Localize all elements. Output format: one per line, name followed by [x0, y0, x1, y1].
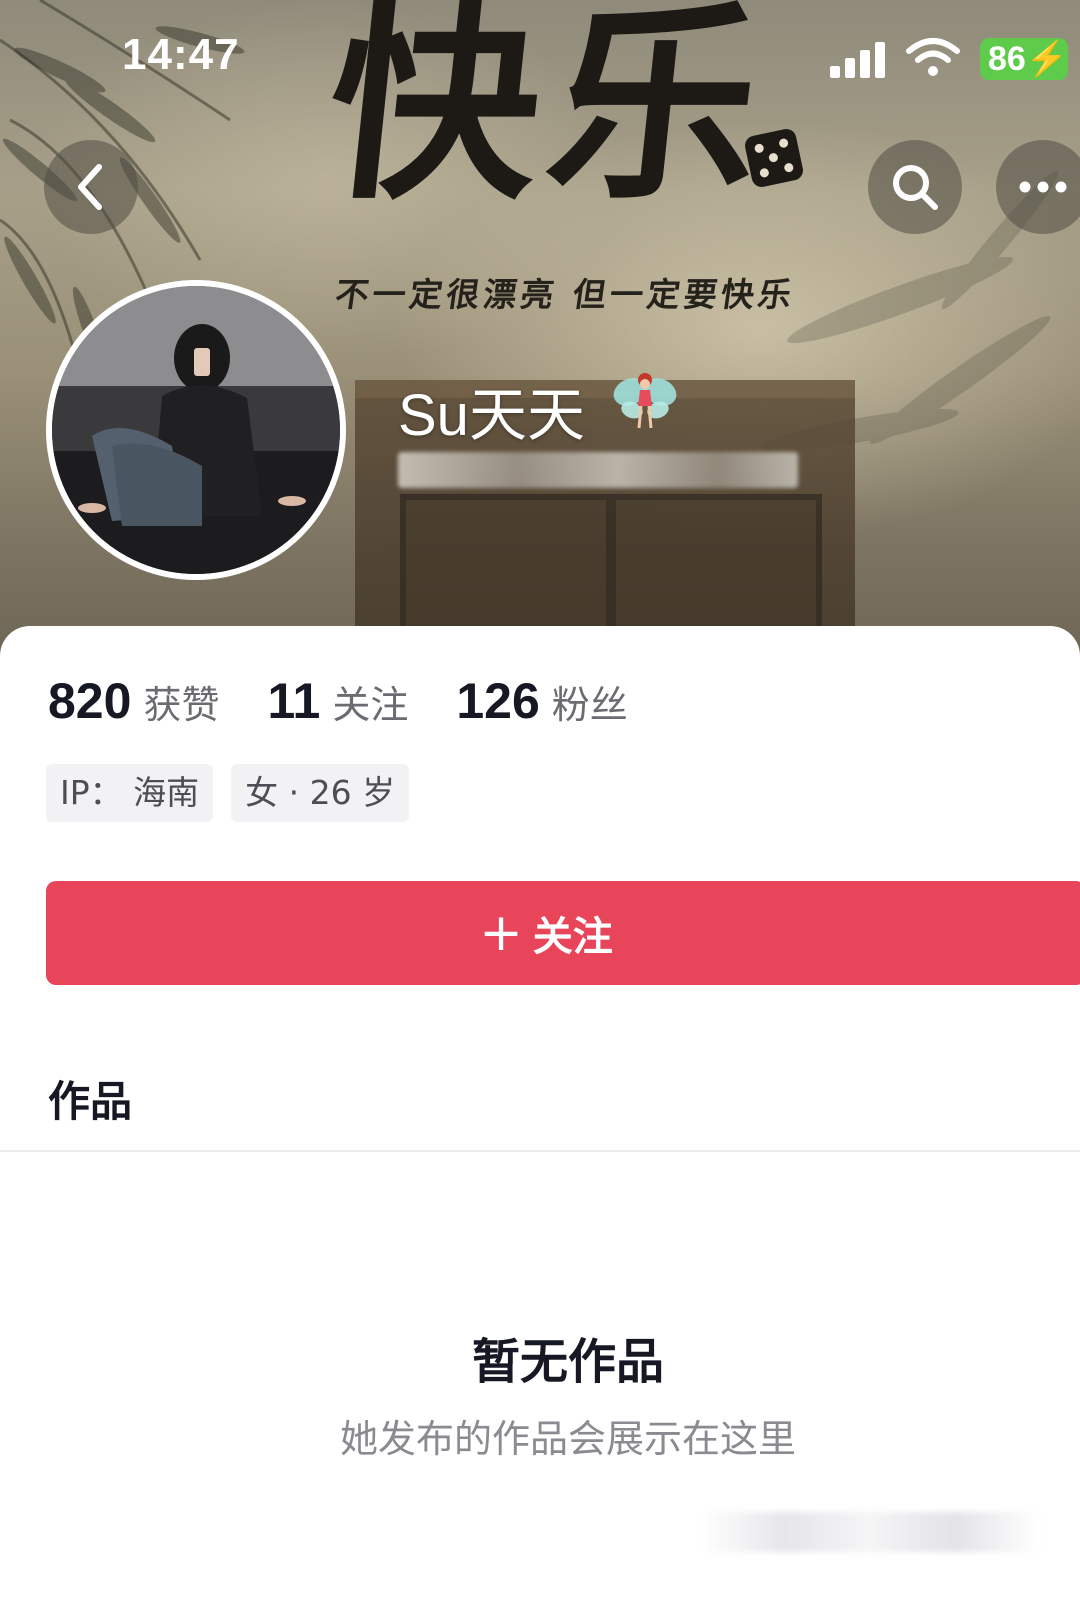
- stat-value: 11: [267, 673, 321, 729]
- back-icon: [78, 164, 102, 210]
- battery-indicator: 86⚡: [980, 38, 1068, 80]
- charging-icon: ⚡: [1025, 40, 1068, 78]
- gender-age-tag: 女 · 26 岁: [231, 764, 410, 822]
- tab-works[interactable]: 作品: [48, 1068, 132, 1129]
- wifi-icon: [906, 38, 960, 76]
- avatar[interactable]: [46, 280, 346, 580]
- account-id-blurred: [398, 452, 798, 488]
- stat-following[interactable]: 11 关注: [267, 672, 408, 730]
- more-button[interactable]: [996, 140, 1080, 234]
- signal-icon: [830, 42, 885, 78]
- more-icon: [1019, 181, 1067, 193]
- stat-likes[interactable]: 820 获赞: [48, 672, 219, 730]
- stat-followers[interactable]: 126 粉丝: [456, 672, 627, 730]
- battery-level: 86: [988, 40, 1026, 78]
- ip-location-tag: IP： 海南: [46, 764, 214, 822]
- plus-icon: +: [479, 903, 523, 963]
- empty-state-subtitle: 她发布的作品会展示在这里: [339, 1417, 796, 1461]
- profile-page: 快乐 不一定很漂亮 但一定要快乐 14:47 86⚡ Su天天 820 获赞 1…: [0, 0, 1080, 1604]
- follow-button[interactable]: + 关注: [46, 881, 1080, 985]
- stat-label: 关注: [332, 683, 409, 727]
- stat-label: 获赞: [143, 683, 220, 727]
- search-button[interactable]: [868, 140, 962, 234]
- dice-icon: [743, 127, 805, 189]
- fairy-icon: [613, 373, 677, 429]
- profile-tags: IP： 海南 女 · 26 岁: [46, 764, 427, 822]
- stat-label: 粉丝: [551, 683, 628, 727]
- status-time: 14:47: [122, 30, 240, 79]
- avatar-photo: [52, 286, 340, 574]
- empty-state-title: 暂无作品: [471, 1334, 664, 1390]
- bottom-blurred-overlay: [700, 1512, 1040, 1552]
- cover-title: 快乐: [317, 0, 784, 228]
- back-button[interactable]: [44, 140, 138, 234]
- search-icon: [893, 165, 938, 210]
- stats-row: 820 获赞 11 关注 126 粉丝: [48, 672, 676, 732]
- divider: [0, 1150, 1080, 1152]
- profile-name: Su天天: [398, 383, 585, 448]
- stat-value: 820: [48, 673, 132, 729]
- cover-slogan: 不一定很漂亮 但一定要快乐: [332, 275, 798, 314]
- follow-label: 关注: [532, 914, 613, 960]
- stat-value: 126: [456, 673, 540, 729]
